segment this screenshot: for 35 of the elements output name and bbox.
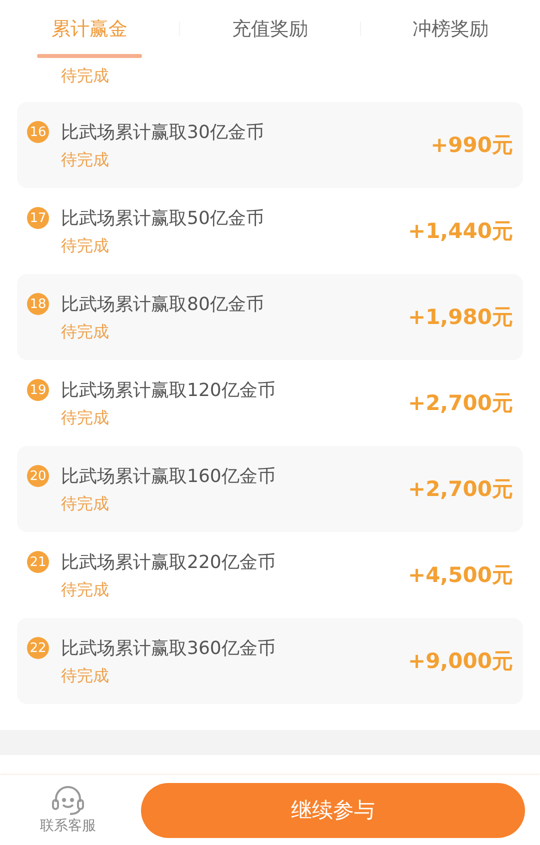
- task-title: 比武场累计赢取50亿金币: [61, 206, 265, 230]
- status-text: 待完成: [61, 580, 110, 600]
- continue-button[interactable]: 继续参与: [141, 782, 525, 838]
- number-badge: 17: [27, 207, 49, 229]
- status-text: 待完成: [61, 150, 110, 170]
- task-title: 比武场累计赢取120亿金币: [61, 378, 276, 402]
- reward-amount: +4,500元: [408, 562, 513, 589]
- reward-amount: +9,000元: [408, 648, 513, 675]
- task-title: 比武场累计赢取80亿金币: [61, 292, 265, 316]
- reward-amount: +1,440元: [408, 218, 513, 245]
- number-badge: 20: [27, 465, 49, 487]
- status-text: 待完成: [61, 66, 109, 87]
- number-badge: 18: [27, 293, 49, 315]
- tab[interactable]: 充值奖励: [180, 0, 360, 58]
- reward-amount: +990元: [430, 132, 513, 159]
- headset-icon: [50, 785, 86, 815]
- number-badge: 21: [27, 551, 49, 573]
- task-title: 比武场累计赢取220亿金币: [61, 550, 276, 574]
- reward-amount: +2,700元: [408, 476, 513, 503]
- number-badge: 22: [27, 637, 49, 659]
- status-text: 待完成: [61, 666, 110, 686]
- tab[interactable]: 累计赢金: [0, 0, 180, 58]
- number-badge: 19: [27, 379, 49, 401]
- support-button[interactable]: 联系客服: [40, 785, 96, 835]
- number-badge: 16: [27, 121, 49, 143]
- status-text: 待完成: [61, 408, 110, 428]
- reward-amount: +1,980元: [408, 304, 513, 331]
- status-text: 待完成: [61, 494, 110, 514]
- task-title: 比武场累计赢取360亿金币: [61, 636, 276, 660]
- tab[interactable]: 冲榜奖励: [360, 0, 540, 58]
- task-title: 比武场累计赢取160亿金币: [61, 464, 276, 488]
- status-text: 待完成: [61, 322, 110, 342]
- reward-amount: +2,700元: [408, 390, 513, 417]
- status-text: 待完成: [61, 236, 110, 256]
- task-title: 比武场累计赢取30亿金币: [61, 120, 265, 144]
